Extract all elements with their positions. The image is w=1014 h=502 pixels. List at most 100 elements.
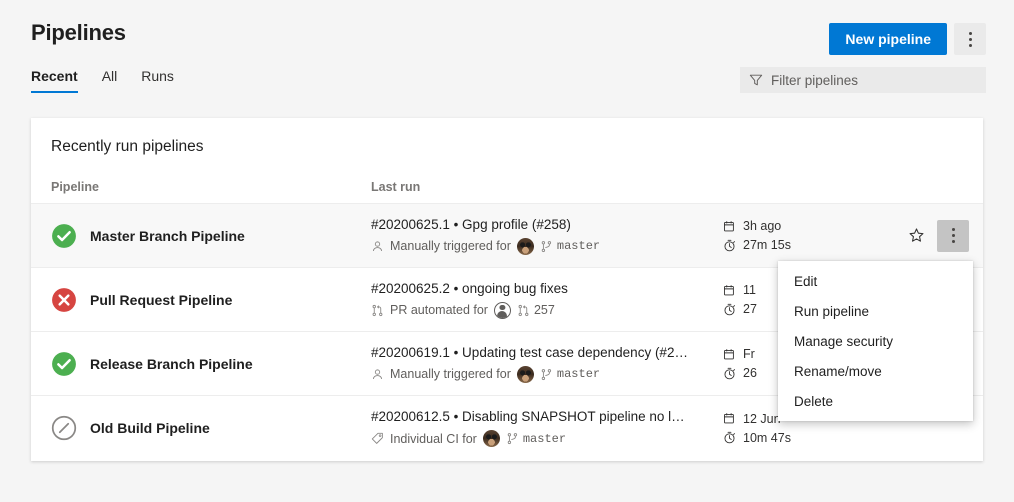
avatar [493, 301, 511, 319]
branch-name: master [556, 367, 601, 381]
run-subtitle: Manually triggered for master [371, 365, 723, 383]
branch-name: master [522, 431, 567, 446]
menu-item-edit[interactable]: Edit [778, 266, 973, 296]
menu-item-rename-move[interactable]: Rename/move [778, 356, 973, 386]
run-meta: 3h ago 27m 15s [723, 219, 873, 252]
pipeline-cell: Pull Request Pipeline [31, 287, 371, 313]
duration: 27m 15s [743, 238, 791, 252]
pipeline-name[interactable]: Release Branch Pipeline [90, 356, 253, 372]
menu-item-delete[interactable]: Delete [778, 386, 973, 416]
run-title[interactable]: #20200625.1 • Gpg profile (#258) [371, 217, 721, 232]
branch-ref[interactable]: master [540, 367, 600, 381]
time-ago: 12 Jun [743, 411, 781, 426]
check-circle-green-icon [52, 223, 76, 248]
kebab-dot-icon [968, 31, 972, 35]
check-circle-green-icon [52, 351, 76, 376]
pipeline-name[interactable]: Old Build Pipeline [90, 420, 210, 436]
row-more-actions-button[interactable] [937, 219, 969, 252]
pipeline-cell: Release Branch Pipeline [31, 351, 371, 377]
stopwatch-icon [724, 303, 735, 315]
run-subtitle: PR automated for 257 [371, 301, 723, 319]
last-run-cell: #20200625.1 • Gpg profile (#258) Manuall… [371, 217, 723, 255]
page-more-actions-button[interactable] [954, 23, 986, 55]
branch-icon [507, 433, 517, 445]
tab-runs[interactable]: Runs [129, 68, 186, 93]
tab-all[interactable]: All [90, 68, 130, 93]
stopwatch-icon [724, 431, 735, 444]
trigger-label: Manually triggered for [390, 367, 511, 381]
last-run-cell: #20200619.1 • Updating test case depende… [371, 345, 723, 383]
pull-request-icon [372, 304, 383, 316]
kebab-dot-icon [951, 228, 955, 231]
trigger-label: Manually triggered for [390, 239, 511, 253]
branch-name: master [556, 239, 601, 253]
pipeline-name[interactable]: Pull Request Pipeline [90, 292, 232, 308]
run-subtitle: Manually triggered for master [371, 237, 723, 255]
duration-line: 27m 15s [723, 238, 873, 252]
kebab-dot-icon [951, 234, 955, 237]
kebab-dot-icon [968, 37, 972, 41]
tab-list: Recent All Runs [29, 68, 186, 93]
kebab-dot-icon [951, 240, 955, 243]
time-ago: Fr [743, 347, 755, 361]
row-actions [903, 219, 969, 252]
new-pipeline-button[interactable]: New pipeline [829, 23, 947, 55]
last-run-cell: #20200612.5 • Disabling SNAPSHOT pipelin… [371, 409, 723, 447]
duration: 27 [743, 302, 757, 316]
run-subtitle: Individual CI for master [371, 430, 723, 447]
pull-request-ref[interactable]: 257 [517, 303, 555, 317]
calendar-icon [724, 284, 734, 295]
trigger-label: Individual CI for [390, 431, 477, 446]
pull-request-number: 257 [533, 303, 555, 317]
trigger-label: PR automated for [390, 303, 488, 317]
pull-request-icon [518, 304, 529, 316]
avatar [516, 237, 534, 255]
last-run-cell: #20200625.2 • ongoing bug fixes PR autom… [371, 281, 723, 319]
run-title[interactable]: #20200619.1 • Updating test case depende… [371, 345, 721, 360]
table-column-headers: Pipeline Last run [31, 170, 983, 204]
canceled-circle-icon [51, 415, 77, 441]
star-icon [909, 228, 923, 242]
header-actions: New pipeline [829, 23, 986, 55]
avatar [482, 430, 500, 447]
pipeline-cell: Master Branch Pipeline [31, 223, 371, 249]
table-row[interactable]: Master Branch Pipeline #20200625.1 • Gpg… [31, 204, 983, 268]
calendar-icon [724, 348, 734, 359]
duration: 26 [743, 366, 757, 380]
funnel-icon [749, 74, 763, 86]
branch-ref[interactable]: master [506, 432, 566, 446]
duration: 10m 47s [743, 430, 791, 445]
calendar-icon [724, 413, 734, 424]
menu-item-manage-security[interactable]: Manage security [778, 326, 973, 356]
avatar [516, 365, 534, 383]
run-title[interactable]: #20200625.2 • ongoing bug fixes [371, 281, 721, 296]
duration-line: 10m 47s [723, 431, 873, 445]
run-title[interactable]: #20200612.5 • Disabling SNAPSHOT pipelin… [371, 409, 721, 424]
filter-pipelines-input[interactable] [771, 72, 977, 88]
filter-pipelines-box[interactable] [740, 67, 986, 93]
time-ago: 3h ago [743, 219, 782, 233]
x-circle-red-icon [52, 287, 76, 312]
pipelines-page: Pipelines New pipeline Recent All Runs R… [0, 0, 1014, 502]
row-context-menu: Edit Run pipeline Manage security Rename… [778, 261, 973, 421]
time-ago-line: 3h ago [723, 219, 873, 233]
stopwatch-icon [724, 367, 735, 379]
menu-item-run-pipeline[interactable]: Run pipeline [778, 296, 973, 326]
tab-recent[interactable]: Recent [29, 68, 90, 93]
person-icon [372, 240, 383, 251]
time-ago: 11 [743, 283, 756, 297]
card-title: Recently run pipelines [51, 138, 204, 155]
person-icon [372, 368, 383, 379]
branch-icon [541, 368, 551, 380]
calendar-icon [724, 220, 734, 231]
pipeline-cell: Old Build Pipeline [31, 415, 371, 441]
tag-icon [371, 432, 383, 444]
page-title: Pipelines [31, 20, 126, 45]
pipeline-name[interactable]: Master Branch Pipeline [90, 228, 245, 244]
column-header-pipeline: Pipeline [51, 179, 99, 194]
favorite-star-button[interactable] [903, 223, 929, 249]
stopwatch-icon [724, 239, 735, 251]
branch-icon [541, 240, 551, 252]
kebab-dot-icon [968, 43, 972, 47]
branch-ref[interactable]: master [540, 239, 600, 253]
